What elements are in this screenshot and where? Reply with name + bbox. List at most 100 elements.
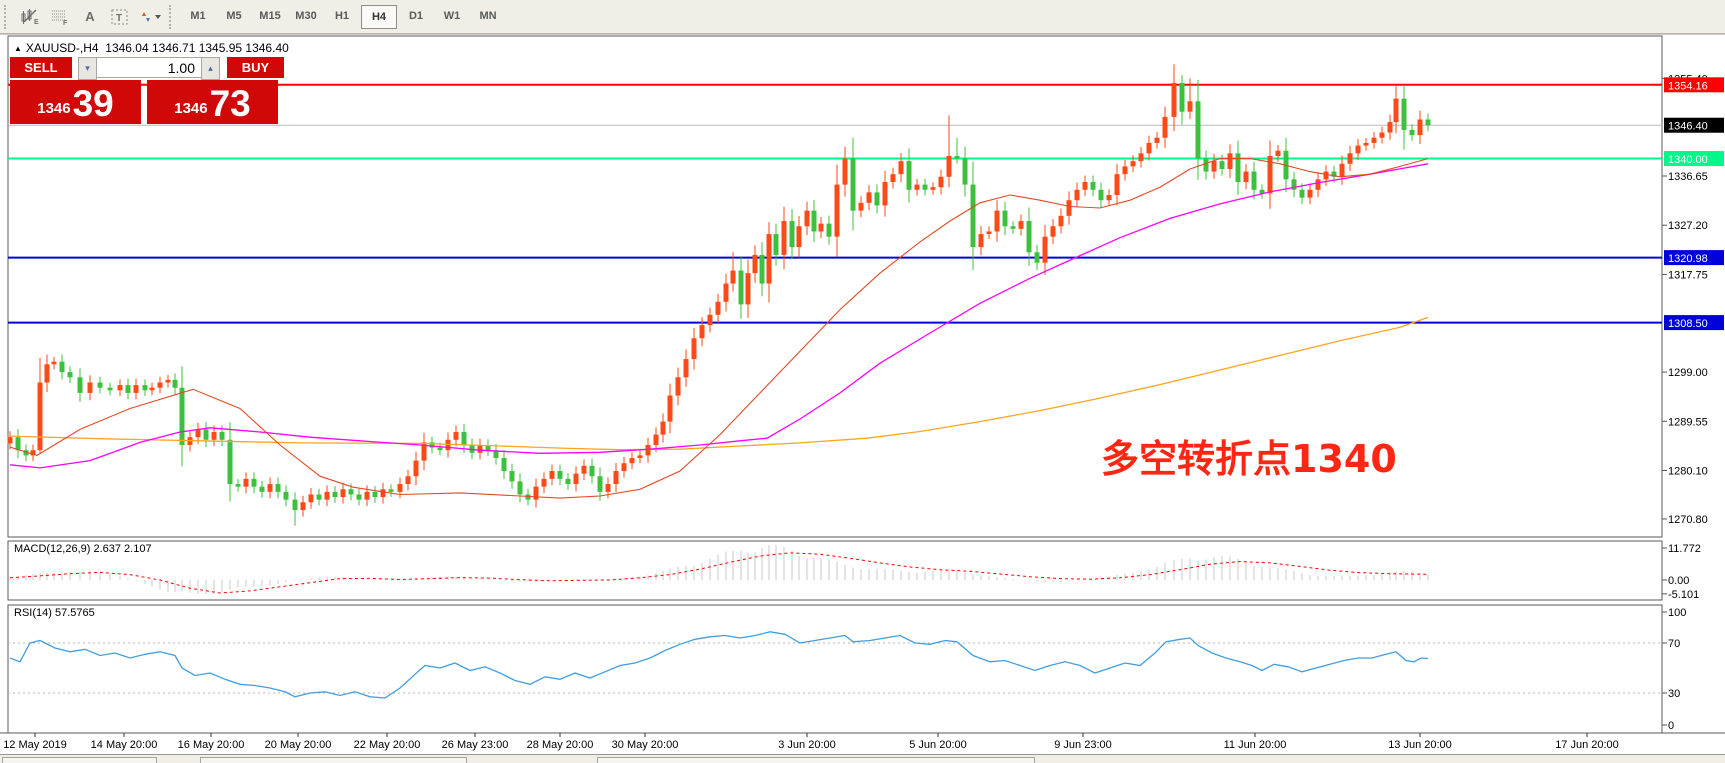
candle-body [859, 203, 864, 211]
candle-body [692, 338, 697, 359]
candle-body [654, 435, 659, 445]
candle-body [939, 177, 944, 187]
timeframe-group: M1M5M15M30H1H4D1W1MN [180, 5, 506, 29]
candle-body [805, 211, 810, 227]
candle-body [88, 382, 93, 392]
candle-body [1220, 161, 1225, 169]
candle-body [309, 494, 314, 502]
toolbar-grip[interactable] [4, 5, 11, 29]
new-order-icon[interactable]: E [17, 5, 43, 29]
collapse-icon[interactable]: ▲ [14, 44, 22, 53]
price-axis-tick: 1289.55 [1668, 416, 1708, 428]
candle-body [1155, 138, 1160, 143]
candle-body [1426, 119, 1431, 125]
buy-button[interactable]: BUY [227, 57, 284, 80]
candle-body [462, 432, 467, 445]
time-axis-label: 22 May 20:00 [354, 739, 421, 751]
volume-decrease-button[interactable]: ▾ [78, 57, 97, 80]
time-axis-label: 30 May 20:00 [612, 739, 679, 751]
chart-tab[interactable] [2, 757, 157, 763]
candle-body [38, 382, 43, 450]
candle-body [236, 484, 241, 487]
buy-price-quote[interactable]: 1346 73 [147, 80, 278, 124]
time-axis-label: 11 Jun 20:00 [1224, 739, 1287, 751]
svg-text:F: F [63, 20, 68, 26]
trading-terminal: { "toolbar": { "icons": [ {"name":"new-o… [0, 0, 1725, 763]
candle-body [389, 489, 394, 492]
sell-price-small: 1346 [37, 96, 70, 122]
candle-body [196, 429, 201, 437]
candle-body [381, 489, 386, 497]
candle-body [797, 226, 802, 247]
time-axis-label: 14 May 20:00 [91, 739, 158, 751]
candle-body [1172, 83, 1177, 117]
candle-body [1188, 101, 1193, 111]
candle-body [812, 211, 817, 232]
indicator-list-icon[interactable]: F [47, 5, 73, 29]
timeframe-button-w1[interactable]: W1 [435, 5, 469, 27]
price-axis-tick: 1317.75 [1668, 269, 1708, 281]
candle-body [8, 437, 13, 443]
candle-body [1196, 101, 1201, 158]
candle-body [1372, 138, 1377, 143]
candle-body [1019, 221, 1024, 229]
candle-body [373, 492, 378, 497]
timeframe-button-m5[interactable]: M5 [217, 5, 251, 27]
candle-body [606, 484, 611, 492]
text-label-icon[interactable]: A [77, 5, 103, 29]
timeframe-button-h4[interactable]: H4 [361, 5, 397, 29]
toolbar-grip[interactable] [169, 5, 176, 29]
candle-body [746, 273, 751, 304]
candle-body [1083, 182, 1088, 190]
candle-body [883, 182, 888, 205]
arrows-tool-icon[interactable] [137, 5, 163, 29]
rsi-axis-tick: 30 [1668, 688, 1680, 700]
candle-body [767, 234, 772, 283]
candle-body [923, 185, 928, 190]
candle-body [1163, 117, 1168, 138]
candle-body [365, 492, 370, 500]
candle-body [1131, 161, 1136, 166]
sell-price-quote[interactable]: 1346 39 [10, 80, 141, 124]
volume-input[interactable] [97, 57, 201, 78]
chart-tab[interactable] [597, 757, 1035, 763]
candle-body [1011, 226, 1016, 229]
candle-body [646, 445, 651, 455]
candle-body [915, 185, 920, 190]
timeframe-button-h1[interactable]: H1 [325, 5, 359, 27]
candle-body [341, 489, 346, 497]
candle-body [220, 432, 225, 440]
timeframe-button-m1[interactable]: M1 [181, 5, 215, 27]
candle-body [558, 471, 563, 479]
candle-body [782, 221, 787, 255]
candle-body [1027, 221, 1032, 252]
candle-body [317, 494, 322, 499]
timeframe-button-m15[interactable]: M15 [253, 5, 287, 27]
time-axis-label: 26 May 23:00 [442, 739, 509, 751]
sell-button[interactable]: SELL [10, 57, 72, 80]
candle-body [1252, 172, 1257, 190]
candle-body [1410, 130, 1415, 135]
candle-body [244, 479, 249, 487]
candle-body [1067, 200, 1072, 216]
candle-body [1356, 146, 1361, 154]
candle-body [1075, 190, 1080, 200]
candle-body [827, 224, 832, 237]
text-box-icon[interactable]: T [107, 5, 133, 29]
candle-body [542, 479, 547, 487]
candle-body [598, 476, 603, 492]
volume-increase-button[interactable]: ▴ [201, 57, 220, 80]
timeframe-button-mn[interactable]: MN [471, 5, 505, 27]
candle-body [614, 471, 619, 484]
candle-body [819, 224, 824, 232]
candle-body [98, 382, 103, 387]
candle-body [180, 388, 185, 445]
candle-body [1099, 190, 1104, 200]
candle-body [1308, 190, 1313, 198]
timeframe-button-m30[interactable]: M30 [289, 5, 323, 27]
timeframe-button-d1[interactable]: D1 [399, 5, 433, 27]
candle-body [716, 302, 721, 315]
candle-body [1364, 143, 1369, 146]
candle-body [907, 161, 912, 190]
chart-tab[interactable] [200, 757, 467, 763]
